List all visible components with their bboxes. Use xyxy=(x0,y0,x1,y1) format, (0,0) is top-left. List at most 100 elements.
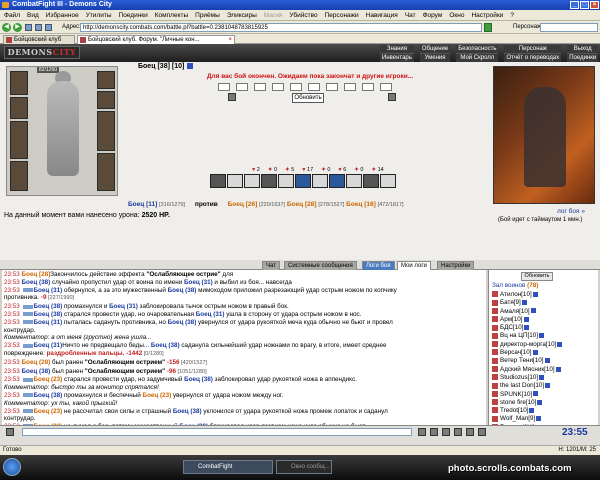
helmet-slot[interactable] xyxy=(10,71,28,95)
player-list-item[interactable]: stone fire[10] xyxy=(492,399,596,407)
reload-icon[interactable] xyxy=(35,24,42,31)
skill-icon[interactable] xyxy=(261,174,277,188)
player-name[interactable]: Арм[10] xyxy=(500,316,523,323)
menu-item[interactable]: Навигация xyxy=(366,10,398,20)
player-list-item[interactable]: Адский Мясник[10] xyxy=(492,366,596,374)
taskbar-item-combatfight[interactable]: CombatFight xyxy=(183,460,273,474)
fighter-name[interactable]: Боец (38) xyxy=(173,408,202,415)
address-input[interactable]: http://demonscity.combats.com/battle.pl?… xyxy=(80,23,482,32)
player-list-item[interactable]: the last Don[10] xyxy=(492,382,596,390)
attack-zone[interactable] xyxy=(254,83,266,91)
fighter-name[interactable]: Боец (38) xyxy=(151,342,180,349)
player-name[interactable]: Батя[9] xyxy=(500,299,521,306)
info-icon[interactable] xyxy=(533,391,539,397)
player-name[interactable]: Ветер Тени[10] xyxy=(500,357,544,364)
fighter-name[interactable]: Боец (38) xyxy=(34,392,63,399)
tab-battle-logs[interactable]: Логи боя xyxy=(362,261,395,270)
player-list-item[interactable]: Вц на ЦП[10] xyxy=(492,332,596,340)
player-name[interactable]: Wolf_Man[9] xyxy=(500,415,535,422)
player-list-refresh-button[interactable]: Обновить xyxy=(521,272,553,281)
info-icon[interactable] xyxy=(532,349,538,355)
fighter-name[interactable]: Боец (31) xyxy=(34,287,63,294)
minimize-button[interactable]: _ xyxy=(570,1,579,9)
defense-icon[interactable] xyxy=(228,93,236,101)
info-icon[interactable] xyxy=(555,366,561,372)
ring-slot-2[interactable] xyxy=(97,91,115,109)
player-list-item[interactable]: Studiozus[10] xyxy=(492,374,596,382)
game-nav-item[interactable]: Безопасность xyxy=(456,45,499,54)
menu-item[interactable]: Убийство xyxy=(289,10,317,20)
skill-icon[interactable] xyxy=(244,174,260,188)
battle-log-link[interactable]: лог боя » xyxy=(557,208,585,215)
menu-item[interactable]: Приёмы xyxy=(195,10,220,20)
refresh-button[interactable]: Обновить xyxy=(292,93,324,103)
home-icon[interactable] xyxy=(45,24,52,31)
skill-icon[interactable] xyxy=(380,174,396,188)
fighter-name[interactable]: Боец (38) xyxy=(22,368,51,375)
chat-input[interactable] xyxy=(22,428,412,436)
fighter-name[interactable]: Боец (38) xyxy=(184,376,213,383)
enemy-name[interactable]: Боец xyxy=(138,63,156,70)
skill-icon[interactable] xyxy=(278,174,294,188)
tab-my-logs[interactable]: Мои логи xyxy=(397,261,431,270)
info-icon[interactable] xyxy=(539,374,545,380)
player-list-item[interactable]: директор-морга[10] xyxy=(492,341,596,349)
menu-item[interactable]: Настройки xyxy=(471,10,503,20)
game-nav-item[interactable]: Общение xyxy=(419,45,451,54)
fighter-name[interactable]: Боец (28) xyxy=(22,359,51,366)
fighter-name[interactable]: Боец (23) xyxy=(34,408,63,415)
maximize-button[interactable]: □ xyxy=(580,1,589,9)
player-name[interactable]: Вц на ЦП[10] xyxy=(500,332,538,339)
info-icon[interactable] xyxy=(524,325,530,331)
player-list-item[interactable]: Tredot[10] xyxy=(492,407,596,415)
fighter-name[interactable]: Боец (38) xyxy=(22,279,51,286)
player-name[interactable]: Адский Мясник[10] xyxy=(500,366,555,373)
amulet-slot[interactable] xyxy=(10,97,28,119)
attack-zone[interactable] xyxy=(362,83,374,91)
menu-item[interactable]: Магия xyxy=(264,10,283,20)
fighter-name[interactable]: Боец (31) xyxy=(34,342,63,349)
menu-item[interactable]: Комплекты xyxy=(155,10,188,20)
fighter-name[interactable]: Боец (31) xyxy=(184,279,213,286)
tab-settings[interactable]: Настройки xyxy=(437,261,475,270)
ring-slot-1[interactable] xyxy=(97,71,115,89)
chat-history-icon[interactable] xyxy=(466,428,474,436)
tab-chat[interactable]: Чат xyxy=(262,261,280,270)
player-list-item[interactable]: БДС[10] xyxy=(492,324,596,332)
menu-item[interactable]: Утилиты xyxy=(86,10,112,20)
fighter-name[interactable]: Боец (38) xyxy=(168,319,197,326)
game-nav-item[interactable]: Выход xyxy=(567,45,599,54)
info-icon[interactable] xyxy=(537,399,543,405)
info-icon[interactable] xyxy=(523,316,529,322)
info-icon[interactable] xyxy=(530,308,536,314)
tab-club[interactable]: Бойцовский клуб xyxy=(3,35,75,44)
fighter-name[interactable]: Боец (23) xyxy=(143,392,172,399)
player-list-item[interactable]: Wolf_Man[9] xyxy=(492,415,596,423)
attack-zone[interactable] xyxy=(344,83,356,91)
fighter-name[interactable]: Боец [28] xyxy=(22,271,51,278)
player-name[interactable]: stone fire[10] xyxy=(500,399,536,406)
chat-smile-icon[interactable] xyxy=(6,428,14,436)
weapon-slot[interactable] xyxy=(10,121,28,159)
info-icon[interactable] xyxy=(529,407,535,413)
chat-translit-icon[interactable] xyxy=(478,428,486,436)
go-icon[interactable] xyxy=(484,23,492,32)
player-name[interactable]: Амаля[10] xyxy=(500,308,530,315)
chat-clear-icon[interactable] xyxy=(430,428,438,436)
fighter-name[interactable]: Боец (31) xyxy=(109,303,138,310)
info-icon[interactable] xyxy=(557,341,563,347)
attack-zone[interactable] xyxy=(236,83,248,91)
info-icon[interactable] xyxy=(545,383,551,389)
player-list-item[interactable]: Версач[10] xyxy=(492,349,596,357)
attack-zone[interactable] xyxy=(308,83,320,91)
attack-zone[interactable] xyxy=(290,83,302,91)
menu-item[interactable]: Персонажи xyxy=(325,10,359,20)
chat-send-icon[interactable] xyxy=(418,428,426,436)
taskbar-item-message[interactable]: Окно сообщ... xyxy=(276,460,332,474)
player-name[interactable]: Studiozus[10] xyxy=(500,374,538,381)
fighter-name[interactable]: Боец (31) xyxy=(34,319,63,326)
menu-item[interactable]: Эликсиры xyxy=(227,10,257,20)
attack-zone[interactable] xyxy=(326,83,338,91)
start-button[interactable] xyxy=(3,458,21,476)
armor-slot[interactable] xyxy=(10,161,28,191)
